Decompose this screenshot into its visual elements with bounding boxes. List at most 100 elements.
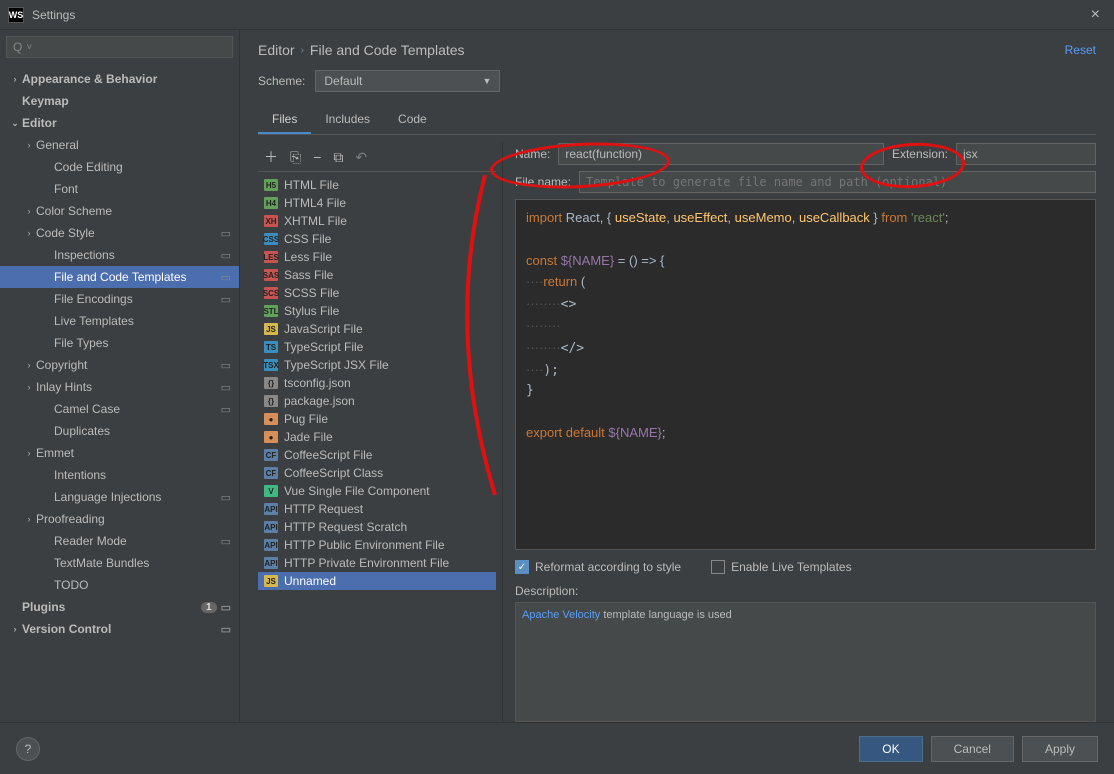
template-item[interactable]: ●Pug File — [258, 410, 496, 428]
code-editor[interactable]: import React, { useState, useEffect, use… — [515, 199, 1096, 550]
sidebar-item[interactable]: Keymap — [0, 90, 239, 112]
template-item[interactable]: STLStylus File — [258, 302, 496, 320]
template-toolbar: ＋ ⎘ − ⧉ ↶ — [258, 143, 496, 172]
sidebar-item-label: Proofreading — [36, 512, 231, 526]
sidebar-item[interactable]: ›Inlay Hints▭ — [0, 376, 239, 398]
template-item[interactable]: ●Jade File — [258, 428, 496, 446]
sidebar-item[interactable]: Live Templates — [0, 310, 239, 332]
template-item[interactable]: APIHTTP Private Environment File — [258, 554, 496, 572]
template-item[interactable]: TSTypeScript File — [258, 338, 496, 356]
template-item[interactable]: CSSCSS File — [258, 230, 496, 248]
sidebar-item[interactable]: ›Color Scheme — [0, 200, 239, 222]
close-icon[interactable]: × — [1085, 4, 1106, 26]
template-item[interactable]: LESLess File — [258, 248, 496, 266]
reset-link[interactable]: Reset — [1065, 43, 1096, 57]
filename-input[interactable] — [579, 171, 1096, 193]
template-label: TypeScript File — [284, 340, 363, 354]
template-item[interactable]: H5 HTML File — [258, 176, 496, 194]
template-label: HTML File — [284, 178, 339, 192]
template-item[interactable]: CF CoffeeScript File — [258, 446, 496, 464]
remove-icon[interactable]: − — [313, 149, 321, 165]
sidebar-item-label: Emmet — [36, 446, 231, 460]
file-icon: CF — [264, 449, 278, 461]
tab[interactable]: Files — [258, 106, 311, 134]
sidebar-item[interactable]: File Encodings▭ — [0, 288, 239, 310]
name-input[interactable] — [558, 143, 884, 165]
template-item[interactable]: APIHTTP Request Scratch — [258, 518, 496, 536]
velocity-link[interactable]: Apache Velocity — [522, 609, 600, 621]
undo-icon[interactable]: ↶ — [355, 149, 367, 166]
window-title: Settings — [32, 8, 75, 22]
template-item[interactable]: SCSSCSS File — [258, 284, 496, 302]
live-templates-label: Enable Live Templates — [731, 560, 852, 574]
sidebar-item[interactable]: Duplicates — [0, 420, 239, 442]
extension-label: Extension: — [892, 147, 948, 161]
apply-button[interactable]: Apply — [1022, 736, 1098, 762]
template-label: Pug File — [284, 412, 328, 426]
chevron-icon: › — [22, 206, 36, 216]
sidebar-item[interactable]: ›Emmet — [0, 442, 239, 464]
sidebar-item-label: TextMate Bundles — [54, 556, 231, 570]
template-item[interactable]: H4HTML4 File — [258, 194, 496, 212]
ok-button[interactable]: OK — [859, 736, 922, 762]
template-item[interactable]: JSUnnamed — [258, 572, 496, 590]
sidebar-item[interactable]: Code Editing — [0, 156, 239, 178]
sidebar-item[interactable]: Camel Case▭ — [0, 398, 239, 420]
template-item[interactable]: VVue Single File Component — [258, 482, 496, 500]
template-item[interactable]: SASSass File — [258, 266, 496, 284]
template-label: SCSS File — [284, 286, 339, 300]
reformat-checkbox[interactable]: ✓ Reformat according to style — [515, 560, 681, 574]
scheme-select[interactable]: Default ▼ — [315, 70, 500, 92]
breadcrumb-parent[interactable]: Editor — [258, 42, 295, 58]
template-item[interactable]: JSJavaScript File — [258, 320, 496, 338]
template-label: Less File — [284, 250, 332, 264]
template-item[interactable]: TSXTypeScript JSX File — [258, 356, 496, 374]
template-label: Stylus File — [284, 304, 339, 318]
sidebar-item[interactable]: ⌄Editor — [0, 112, 239, 134]
template-item[interactable]: APIHTTP Request — [258, 500, 496, 518]
scheme-label: Scheme: — [258, 74, 305, 88]
template-item[interactable]: CFCoffeeScript Class — [258, 464, 496, 482]
sidebar-item[interactable]: Plugins1▭ — [0, 596, 239, 618]
template-item[interactable]: {}package.json — [258, 392, 496, 410]
create-from-icon[interactable]: ⎘ — [290, 149, 301, 166]
sidebar-item[interactable]: ›Proofreading — [0, 508, 239, 530]
search-input[interactable]: Q ˅ — [6, 36, 233, 58]
sidebar-item[interactable]: Language Injections▭ — [0, 486, 239, 508]
sidebar-item[interactable]: ›Copyright▭ — [0, 354, 239, 376]
sidebar-item[interactable]: ›Version Control▭ — [0, 618, 239, 640]
tab[interactable]: Code — [384, 106, 441, 134]
template-item[interactable]: {}tsconfig.json — [258, 374, 496, 392]
template-label: HTTP Public Environment File — [284, 538, 445, 552]
sidebar-item[interactable]: Inspections▭ — [0, 244, 239, 266]
sidebar-item[interactable]: ›Appearance & Behavior — [0, 68, 239, 90]
checkbox-icon — [711, 560, 725, 574]
add-icon[interactable]: ＋ — [264, 147, 278, 167]
extension-input[interactable] — [956, 143, 1096, 165]
chevron-icon: ⌄ — [8, 118, 22, 129]
live-templates-checkbox[interactable]: Enable Live Templates — [711, 560, 852, 574]
template-label: Sass File — [284, 268, 333, 282]
sidebar-item[interactable]: Reader Mode▭ — [0, 530, 239, 552]
template-list-panel: ＋ ⎘ − ⧉ ↶ H5 HTML File H4HTML4 FileXHXHTML… — [258, 143, 503, 722]
template-item[interactable]: APIHTTP Public Environment File — [258, 536, 496, 554]
settings-sidebar: Q ˅ ›Appearance & BehaviorKeymap⌄Editor›… — [0, 30, 240, 722]
template-label: CoffeeScript File — [284, 448, 372, 462]
sidebar-item[interactable]: File and Code Templates▭ — [0, 266, 239, 288]
sidebar-item[interactable]: TODO — [0, 574, 239, 596]
help-button[interactable]: ? — [16, 737, 40, 761]
sidebar-item[interactable]: ›Code Style▭ — [0, 222, 239, 244]
cancel-button[interactable]: Cancel — [931, 736, 1014, 762]
file-icon: H5 — [264, 179, 278, 191]
tabs: FilesIncludesCode — [258, 106, 1096, 135]
sidebar-item[interactable]: TextMate Bundles — [0, 552, 239, 574]
file-icon: CSS — [264, 233, 278, 245]
template-item[interactable]: XHXHTML File — [258, 212, 496, 230]
template-label: XHTML File — [284, 214, 347, 228]
sidebar-item[interactable]: ›General — [0, 134, 239, 156]
sidebar-item[interactable]: File Types — [0, 332, 239, 354]
copy-icon[interactable]: ⧉ — [333, 149, 343, 166]
tab[interactable]: Includes — [311, 106, 384, 134]
sidebar-item[interactable]: Intentions — [0, 464, 239, 486]
sidebar-item[interactable]: Font — [0, 178, 239, 200]
